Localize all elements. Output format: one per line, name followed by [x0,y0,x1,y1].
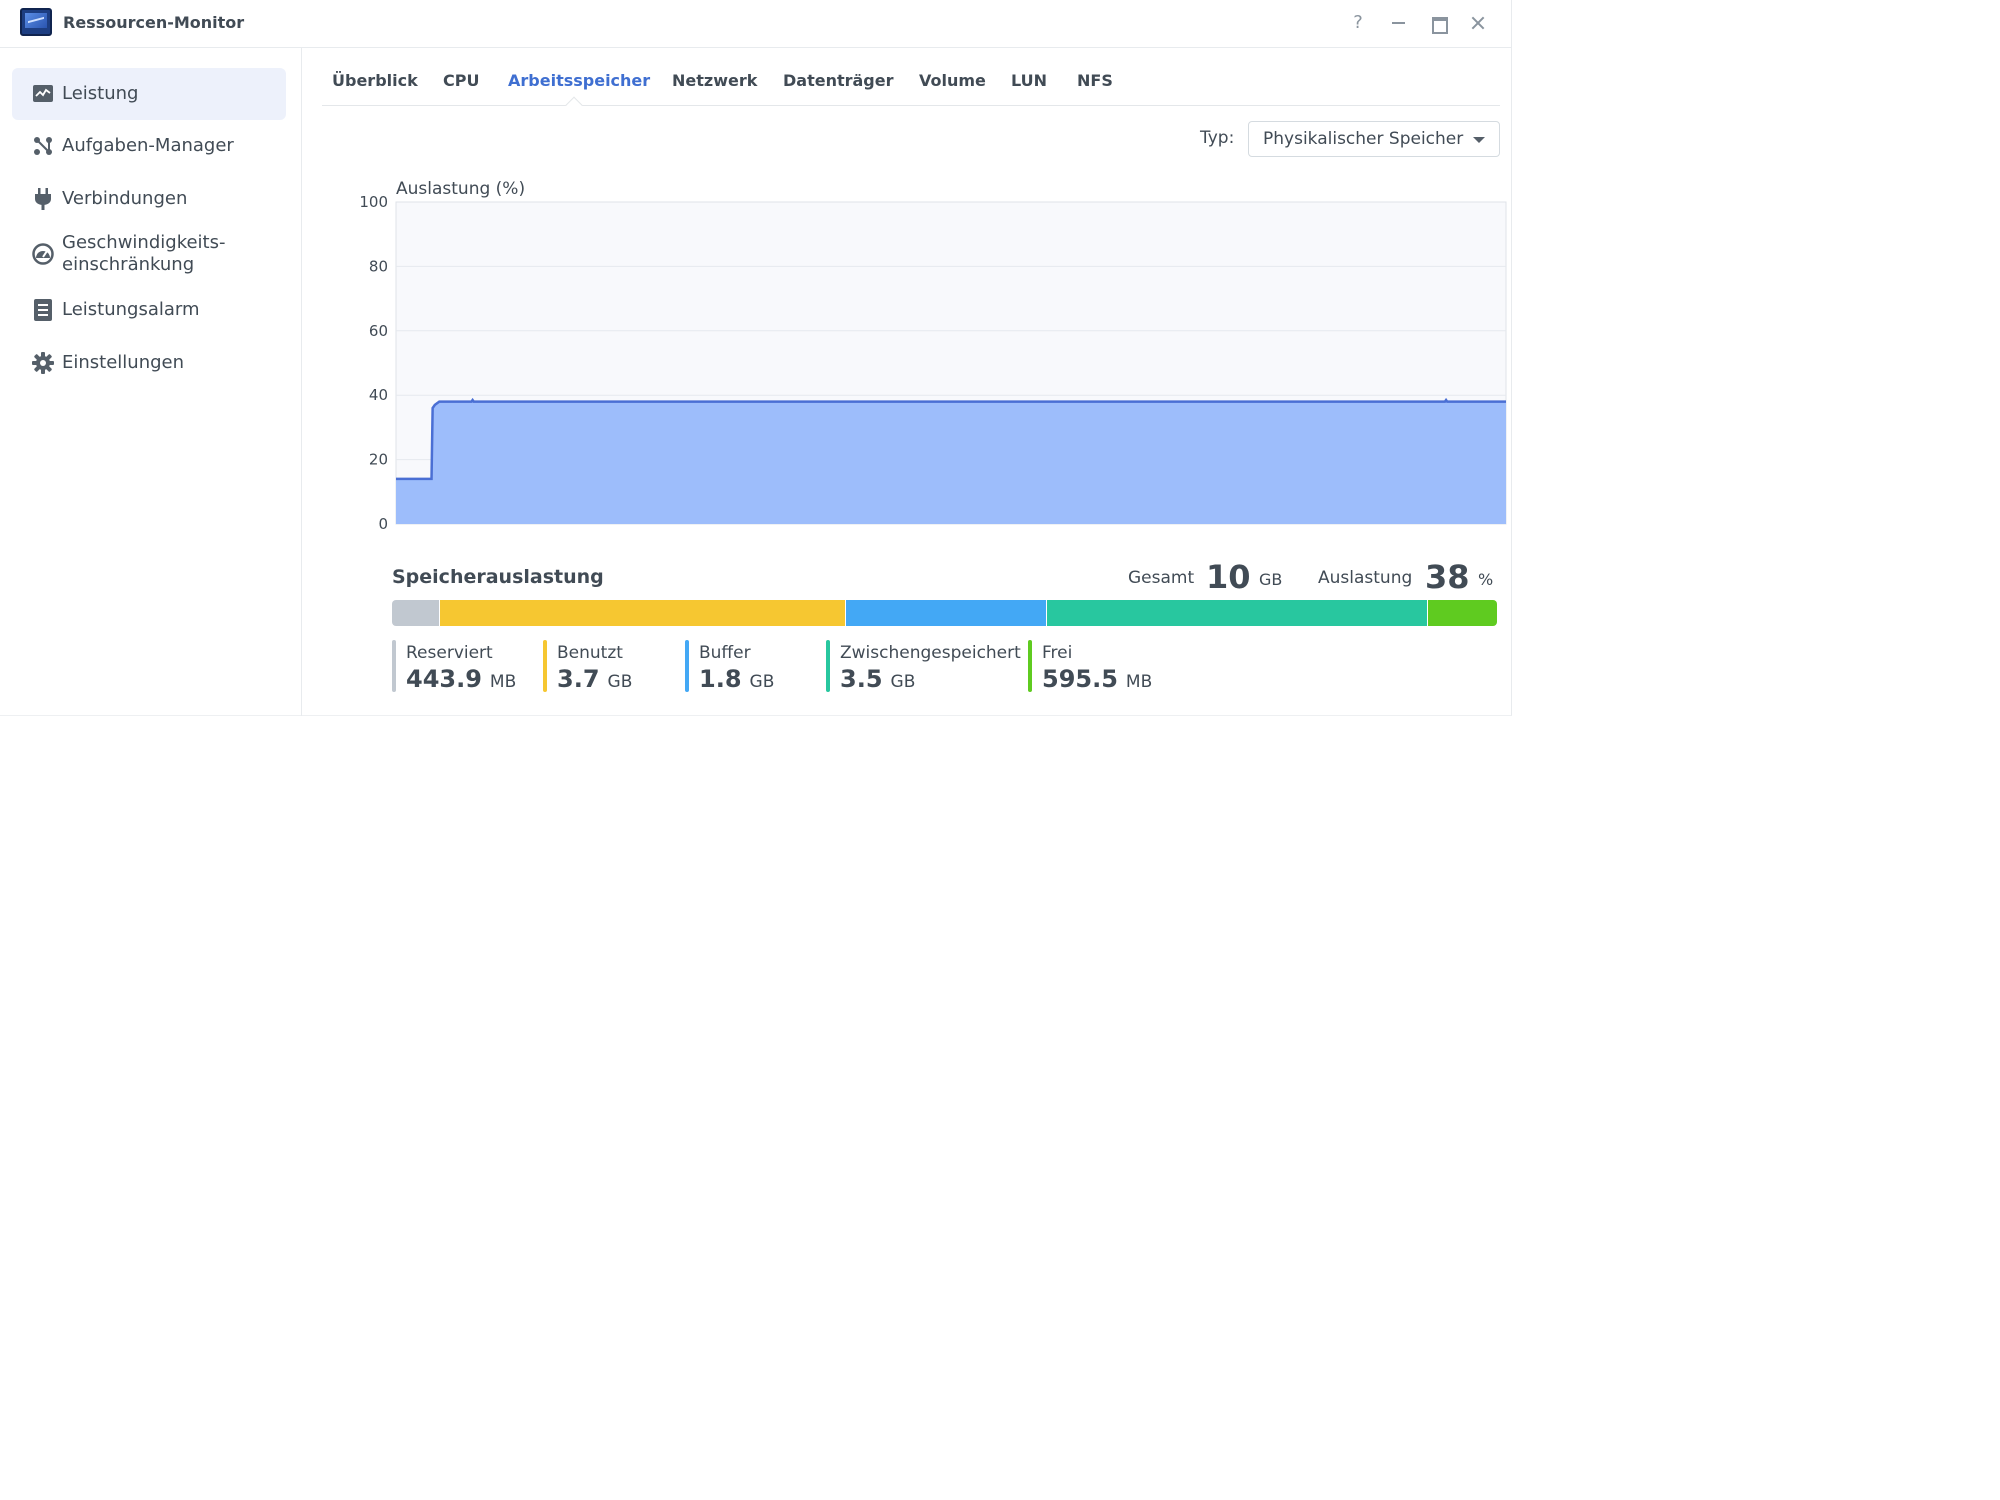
active-tab-indicator [565,96,583,114]
total-unit: GB [1259,570,1283,589]
memory-segment-reserviert [392,600,440,626]
legend-value-number: 443.9 [406,665,482,693]
performance-chart-icon [32,83,54,105]
legend-color-bar [1028,640,1032,692]
legend-value-unit: MB [1125,672,1153,692]
legend-color-bar [543,640,547,692]
memory-segment-zwischengespeichert [1046,600,1429,626]
tab-volume[interactable]: Volume [919,71,986,90]
y-axis-label: Auslastung (%) [396,179,525,199]
tab-ueberblick[interactable]: Überblick [332,71,418,90]
sidebar-item-label-line1: Geschwindigkeits- [62,232,226,253]
tab-netzwerk[interactable]: Netzwerk [672,71,757,90]
tab-datentraeger[interactable]: Datenträger [783,71,894,90]
legend-value: 3.5 GB [840,666,1021,695]
tab-cpu[interactable]: CPU [443,71,479,90]
legend-value-number: 3.5 [840,665,883,693]
minimize-button[interactable] [1384,10,1412,36]
legend-value-number: 3.7 [557,665,600,693]
legend-value: 595.5 MB [1042,666,1152,695]
sidebar-item-aufgaben-manager[interactable]: Aufgaben-Manager [12,120,286,172]
legend-color-bar [392,640,396,692]
legend-value: 3.7 GB [557,666,632,695]
legend-color-bar [826,640,830,692]
alarm-list-icon [32,299,54,321]
sidebar-item-geschwindigkeitseinschraenkung[interactable]: Geschwindigkeits- einschränkung [12,226,286,282]
y-tick-label: 20 [369,451,388,469]
speedometer-icon [32,243,54,265]
tab-nfs[interactable]: NFS [1077,71,1113,90]
legend-value: 1.8 GB [699,666,774,695]
legend-value-unit: GB [749,672,775,692]
gear-icon [32,352,54,374]
memory-distribution-bar [392,600,1497,626]
legend-value-number: 1.8 [699,665,742,693]
legend-frei: Frei 595.5 MB [1028,640,1152,692]
legend-name: Buffer [699,643,751,663]
sidebar-item-verbindungen[interactable]: Verbindungen [12,173,286,225]
y-tick-label: 60 [369,322,388,340]
utilization-label: Auslastung [1318,568,1413,588]
memory-usage-title: Speicherauslastung [392,566,604,588]
sidebar-item-label: Verbindungen [62,188,188,209]
sidebar-item-einstellungen[interactable]: Einstellungen [12,337,286,389]
legend-name: Frei [1042,643,1073,663]
sidebar-item-leistung[interactable]: Leistung [12,68,286,120]
legend-zwischengespeichert: Zwischengespeichert 3.5 GB [826,640,1021,692]
chevron-down-icon [1473,137,1485,143]
total-value: 10 [1206,558,1251,596]
memory-usage-chart: 0 20 40 60 80 100 Auslastung (%) [359,179,1507,530]
y-tick-label: 80 [369,257,388,275]
utilization-value: 38 [1425,558,1470,596]
memory-segment-buffer [845,600,1047,626]
resource-monitor-app-icon [20,8,52,36]
memory-type-dropdown[interactable]: Physikalischer Speicher [1248,121,1500,157]
memory-segment-frei [1428,600,1497,626]
window-title: Ressourcen-Monitor [63,13,245,32]
help-button[interactable]: ? [1344,10,1372,36]
resource-monitor-window: Ressourcen-Monitor ? Leistung Aufgaben-M… [0,0,1512,716]
maximize-button[interactable] [1424,10,1452,36]
series-area [396,400,1506,524]
total-label: Gesamt [1128,568,1195,588]
sidebar-item-leistungsalarm[interactable]: Leistungsalarm [12,284,286,336]
sidebar-item-label: Geschwindigkeits- einschränkung [62,232,225,276]
legend-value: 443.9 MB [406,666,516,695]
y-tick-label: 40 [369,386,388,404]
task-manager-icon [32,135,54,157]
legend-name: Reserviert [406,643,493,663]
sidebar-item-label: Aufgaben-Manager [62,135,234,156]
legend-value-unit: GB [890,672,916,692]
sidebar-item-label: Leistungsalarm [62,299,200,320]
plug-icon [32,188,54,210]
sidebar-item-label: Leistung [62,83,139,104]
tab-lun[interactable]: LUN [1011,71,1047,90]
title-bar: Ressourcen-Monitor ? [0,0,1512,48]
legend-benutzt: Benutzt 3.7 GB [543,640,632,692]
utilization-unit: % [1478,570,1494,589]
memory-segment-benutzt [439,600,846,626]
type-label: Typ: [1200,128,1235,148]
legend-buffer: Buffer 1.8 GB [685,640,774,692]
memory-type-selected-value: Physikalischer Speicher [1263,129,1464,149]
sidebar-item-label: Einstellungen [62,352,185,373]
tab-arbeitsspeicher[interactable]: Arbeitsspeicher [508,71,650,90]
legend-value-unit: MB [489,672,517,692]
sidebar: Leistung Aufgaben-Manager Verbindungen G… [0,48,302,716]
legend-value-number: 595.5 [1042,665,1118,693]
tab-bar: Überblick CPU Arbeitsspeicher Netzwerk D… [322,58,1500,114]
legend-name: Zwischengespeichert [840,643,1021,663]
legend-color-bar [685,640,689,692]
sidebar-item-label-line2: einschränkung [62,254,195,275]
legend-name: Benutzt [557,643,623,663]
y-tick-label: 0 [378,515,388,530]
close-button[interactable] [1464,10,1492,36]
legend-value-unit: GB [607,672,633,692]
legend-reserviert: Reserviert 443.9 MB [392,640,516,692]
y-tick-label: 100 [359,193,388,211]
